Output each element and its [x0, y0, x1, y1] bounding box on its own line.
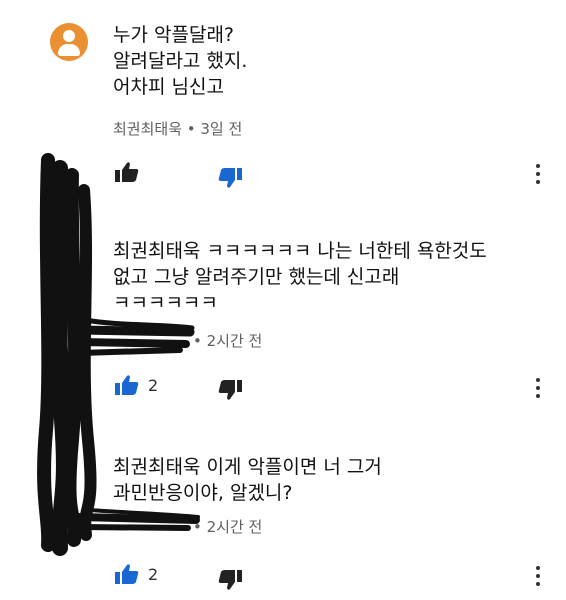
comment-line: 어차피 님신고	[113, 76, 224, 98]
comment-line: 최권최태욱 ㅋㅋㅋㅋㅋㅋ 나는 너한테 욕한것도	[113, 240, 487, 262]
comment-meta-3: • 2시간 전	[193, 518, 263, 536]
comment-line: 알려달라고 했지.	[113, 50, 248, 72]
comment-meta-1: 최권최태욱 • 3일 전	[113, 120, 243, 138]
comment-line: 누가 악플달래?	[113, 24, 235, 46]
like-count: 2	[148, 376, 159, 395]
comment-meta-2: • 2시간 전	[193, 332, 263, 350]
thumbs-down-icon[interactable]	[217, 569, 243, 591]
more-vertical-icon[interactable]	[536, 566, 540, 588]
more-vertical-icon[interactable]	[536, 378, 540, 400]
thumbs-up-icon[interactable]	[114, 161, 140, 183]
thumbs-up-icon[interactable]	[114, 563, 140, 585]
thumbs-down-icon[interactable]	[217, 379, 243, 401]
avatar[interactable]	[50, 23, 88, 61]
comment-body-1: 누가 악플달래? 알려달라고 했지. 어차피 님신고	[113, 22, 247, 100]
comment-body-2: 최권최태욱 ㅋㅋㅋㅋㅋㅋ 나는 너한테 욕한것도 없고 그냥 알려주기만 했는데…	[113, 238, 487, 316]
thumbs-down-icon[interactable]	[217, 167, 243, 189]
comment-body-3: 최권최태욱 이게 악플이면 너 그거 과민반응이야, 알겠니?	[113, 454, 382, 506]
like-count: 2	[148, 565, 159, 584]
more-vertical-icon[interactable]	[536, 164, 540, 186]
comment-thread: 누가 악플달래? 알려달라고 했지. 어차피 님신고 최권최태욱 • 3일 전 …	[0, 0, 566, 600]
comment-line: ㅋㅋㅋㅋㅋㅋ	[113, 292, 218, 314]
avatar-icon	[63, 30, 75, 42]
thumbs-up-icon[interactable]	[114, 374, 140, 396]
comment-line: 최권최태욱 이게 악플이면 너 그거	[113, 456, 382, 478]
comment-line: 없고 그냥 알려주기만 했는데 신고래	[113, 266, 400, 288]
comment-line: 과민반응이야, 알겠니?	[113, 482, 293, 504]
